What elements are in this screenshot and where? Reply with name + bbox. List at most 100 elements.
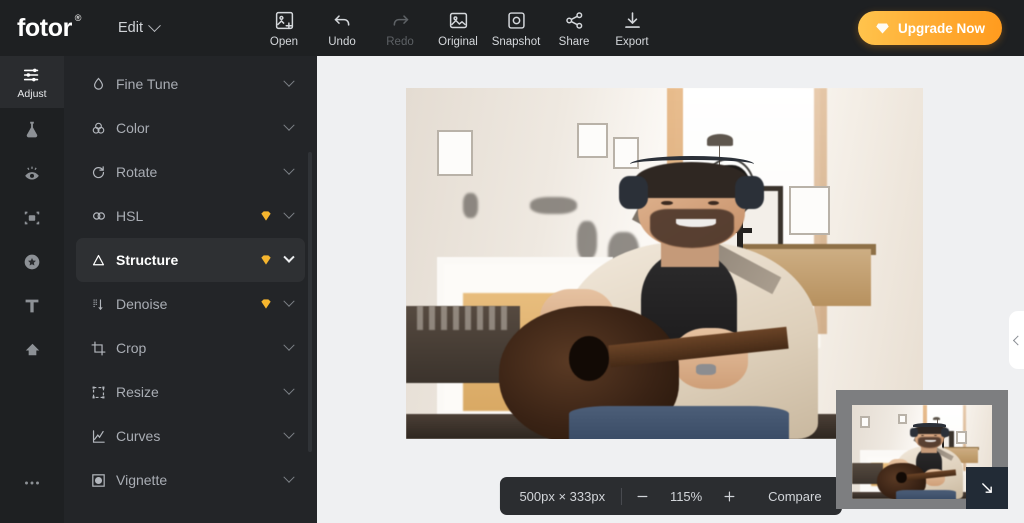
main-photo[interactable]	[406, 88, 923, 439]
zoom-in-button[interactable]	[709, 489, 750, 504]
tool-original-label: Original	[438, 36, 478, 48]
star-badge-icon	[24, 254, 40, 270]
tool-undo-label: Undo	[328, 36, 356, 48]
upgrade-now-button[interactable]: Upgrade Now	[857, 11, 1002, 45]
chevron-down-icon	[283, 295, 295, 307]
upgrade-now-label: Upgrade Now	[897, 20, 985, 36]
denoise-icon	[90, 296, 116, 313]
image-icon	[449, 12, 467, 29]
panel-item-color[interactable]: Color	[76, 106, 305, 150]
hsl-circles-icon	[90, 207, 116, 225]
minimap-collapse-button[interactable]	[966, 467, 1008, 509]
panel-item-vignette-label: Vignette	[116, 472, 168, 488]
sidebar-item-object[interactable]	[0, 196, 64, 240]
image-dimensions: 500px × 333px	[519, 488, 606, 504]
curves-icon	[90, 428, 116, 445]
panel-item-resize[interactable]: Resize	[76, 370, 305, 414]
tool-export[interactable]: Export	[603, 8, 661, 48]
arrow-down-right-icon	[982, 483, 992, 493]
zoom-out-button[interactable]	[622, 489, 663, 504]
panel-scrollbar[interactable]	[308, 152, 312, 452]
logo[interactable]: fotor ®	[0, 12, 104, 42]
share-nodes-icon	[565, 12, 582, 29]
tool-original[interactable]: Original	[429, 8, 487, 48]
chevron-down-icon	[148, 18, 161, 32]
panel-item-denoise-label: Denoise	[116, 296, 168, 312]
chevron-down-icon	[283, 383, 295, 395]
chevron-down-icon	[283, 75, 295, 87]
tool-export-label: Export	[615, 36, 649, 48]
minimap-panel[interactable]	[836, 390, 1008, 509]
color-circles-icon	[90, 120, 116, 137]
flask-icon	[26, 121, 38, 138]
plus-icon	[724, 491, 735, 501]
chevron-down-icon	[283, 339, 295, 351]
panel-item-rotate[interactable]: Rotate	[76, 150, 305, 194]
gem-icon	[876, 23, 889, 33]
tool-snapshot[interactable]: Snapshot	[487, 8, 545, 48]
sidebar-item-retouch[interactable]	[0, 152, 64, 196]
panel-item-structure[interactable]: Structure	[76, 238, 305, 282]
chevron-down-icon	[283, 207, 295, 219]
chevron-left-icon	[1012, 335, 1023, 345]
chevron-down-icon	[283, 163, 295, 175]
frame-object-icon	[24, 211, 40, 225]
panel-item-hsl[interactable]: HSL	[76, 194, 305, 238]
sidebar-item-ai-tools[interactable]	[0, 108, 64, 152]
panel-item-color-label: Color	[116, 120, 150, 136]
sidebar-item-more[interactable]	[0, 461, 64, 505]
sliders-icon	[23, 68, 39, 82]
app-body: Adjust Fine Tune Color Rotate HSL Struct…	[0, 56, 1024, 523]
adjust-panel: Fine Tune Color Rotate HSL Structure Den…	[64, 56, 317, 523]
panel-item-hsl-label: HSL	[116, 208, 144, 224]
sidebar-item-text[interactable]	[0, 284, 64, 328]
eye-retouch-icon	[25, 166, 39, 180]
panel-item-rotate-label: Rotate	[116, 164, 158, 180]
panel-item-denoise[interactable]: Denoise	[76, 282, 305, 326]
panel-item-crop[interactable]: Crop	[76, 326, 305, 370]
right-panel-expand-handle[interactable]	[1009, 311, 1024, 369]
left-icon-rail: Adjust	[0, 56, 64, 523]
text-t-icon	[25, 299, 39, 313]
chevron-down-icon	[283, 471, 295, 483]
pro-gem-icon	[259, 209, 273, 223]
tool-redo-label: Redo	[386, 36, 414, 48]
panel-item-curves[interactable]: Curves	[76, 414, 305, 458]
rotate-icon	[90, 164, 116, 181]
chevron-down-icon	[283, 427, 295, 439]
resize-icon	[90, 384, 116, 401]
editor-canvas: 500px × 333px 115% Compare	[317, 56, 1024, 523]
tool-undo[interactable]: Undo	[313, 8, 371, 48]
tool-share[interactable]: Share	[545, 8, 603, 48]
more-options-icon	[25, 481, 39, 485]
fotor-photo-editor: fotor ® Edit Open Undo Redo Original Sna…	[0, 0, 1024, 523]
sidebar-item-effects[interactable]	[0, 240, 64, 284]
edit-menu-label: Edit	[118, 20, 143, 36]
registered-mark: ®	[74, 12, 82, 23]
pro-gem-icon	[259, 297, 273, 311]
toolbar: Open Undo Redo Original Snapshot Share E…	[255, 8, 661, 48]
crop-icon	[90, 340, 116, 357]
panel-item-fine-tune-label: Fine Tune	[116, 76, 179, 92]
panel-item-resize-label: Resize	[116, 384, 159, 400]
undo-arrow-icon	[334, 15, 349, 26]
redo-arrow-icon	[393, 15, 408, 26]
tool-open[interactable]: Open	[255, 8, 313, 48]
sidebar-item-upload[interactable]	[0, 328, 64, 372]
panel-item-crop-label: Crop	[116, 340, 147, 356]
chevron-down-icon	[283, 119, 295, 131]
pro-gem-icon	[259, 253, 273, 267]
tool-redo[interactable]: Redo	[371, 8, 429, 48]
zoom-control-bar: 500px × 333px 115% Compare	[499, 477, 842, 515]
edit-menu[interactable]: Edit	[118, 18, 161, 36]
logo-text: fotor	[17, 13, 72, 42]
triangle-icon	[90, 252, 116, 269]
panel-item-fine-tune[interactable]: Fine Tune	[76, 62, 305, 106]
download-icon	[624, 12, 640, 28]
panel-item-vignette[interactable]: Vignette	[76, 458, 305, 502]
minus-icon	[637, 495, 648, 497]
sidebar-item-adjust[interactable]: Adjust	[0, 56, 64, 108]
panel-item-structure-label: Structure	[116, 252, 179, 268]
app-header: fotor ® Edit Open Undo Redo Original Sna…	[0, 0, 1024, 56]
compare-button[interactable]: Compare	[750, 489, 835, 504]
